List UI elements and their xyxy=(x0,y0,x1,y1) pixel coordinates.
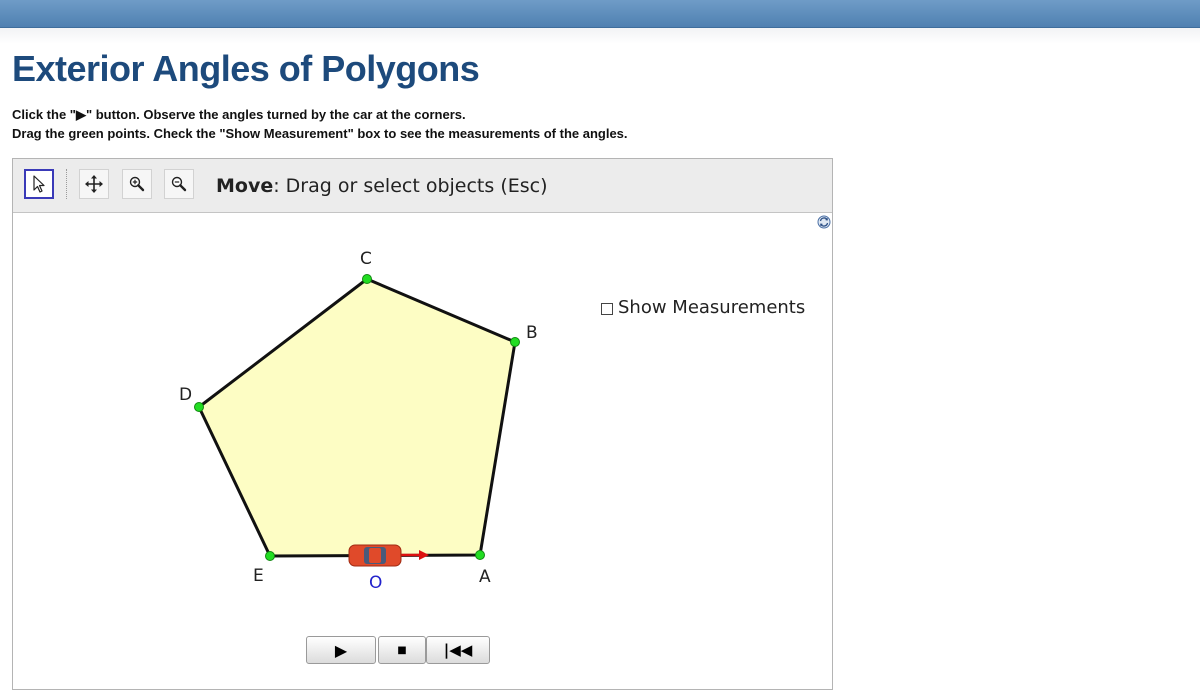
instruction-line-1: Click the "▶" button. Observe the angles… xyxy=(12,107,466,122)
tool-help-description: : Drag or select objects (Esc) xyxy=(273,175,548,197)
top-banner xyxy=(0,0,1200,28)
label-e: E xyxy=(253,566,264,586)
point-c[interactable] xyxy=(362,274,372,284)
label-c: C xyxy=(360,249,372,269)
show-measurements-label: Show Measurements xyxy=(618,297,806,318)
tool-help-text: Move: Drag or select objects (Esc) xyxy=(216,175,548,197)
banner-shadow xyxy=(0,28,1200,44)
geogebra-applet: Move: Drag or select objects (Esc) A B C… xyxy=(12,158,833,690)
label-d: D xyxy=(179,385,192,405)
point-a[interactable] xyxy=(475,550,485,560)
zoom-in-button[interactable] xyxy=(122,169,152,199)
label-o: O xyxy=(369,573,382,593)
rewind-icon: |◀◀ xyxy=(443,641,473,659)
rewind-button[interactable]: |◀◀ xyxy=(426,636,490,664)
move-graphics-view-button[interactable] xyxy=(79,169,109,199)
checkbox-box[interactable] xyxy=(601,303,613,315)
play-button[interactable]: ▶ xyxy=(306,636,376,664)
play-icon: ▶ xyxy=(334,640,348,660)
tool-help-name: Move xyxy=(216,175,274,197)
page-title: Exterior Angles of Polygons xyxy=(12,48,480,89)
stop-icon: ■ xyxy=(397,644,407,656)
show-measurements-checkbox[interactable]: Show Measurements xyxy=(601,297,805,318)
point-b[interactable] xyxy=(510,337,520,347)
move-tool-button[interactable] xyxy=(24,169,54,199)
label-a: A xyxy=(479,567,491,587)
toolbar-separator xyxy=(66,169,67,199)
zoom-out-button[interactable] xyxy=(164,169,194,199)
graphics-view[interactable]: A B C D E O xyxy=(13,213,832,689)
instruction-line-2: Drag the green points. Check the "Show M… xyxy=(12,126,628,141)
move-cross-icon xyxy=(85,175,103,193)
point-d[interactable] xyxy=(194,402,204,412)
zoom-in-icon xyxy=(129,176,145,192)
zoom-out-icon xyxy=(171,176,187,192)
label-b: B xyxy=(526,323,538,343)
cursor-arrow-icon xyxy=(33,175,45,193)
applet-toolbar: Move: Drag or select objects (Esc) xyxy=(13,159,832,213)
pentagon-polygon[interactable] xyxy=(197,277,517,558)
point-e[interactable] xyxy=(265,551,275,561)
stop-button[interactable]: ■ xyxy=(378,636,426,664)
